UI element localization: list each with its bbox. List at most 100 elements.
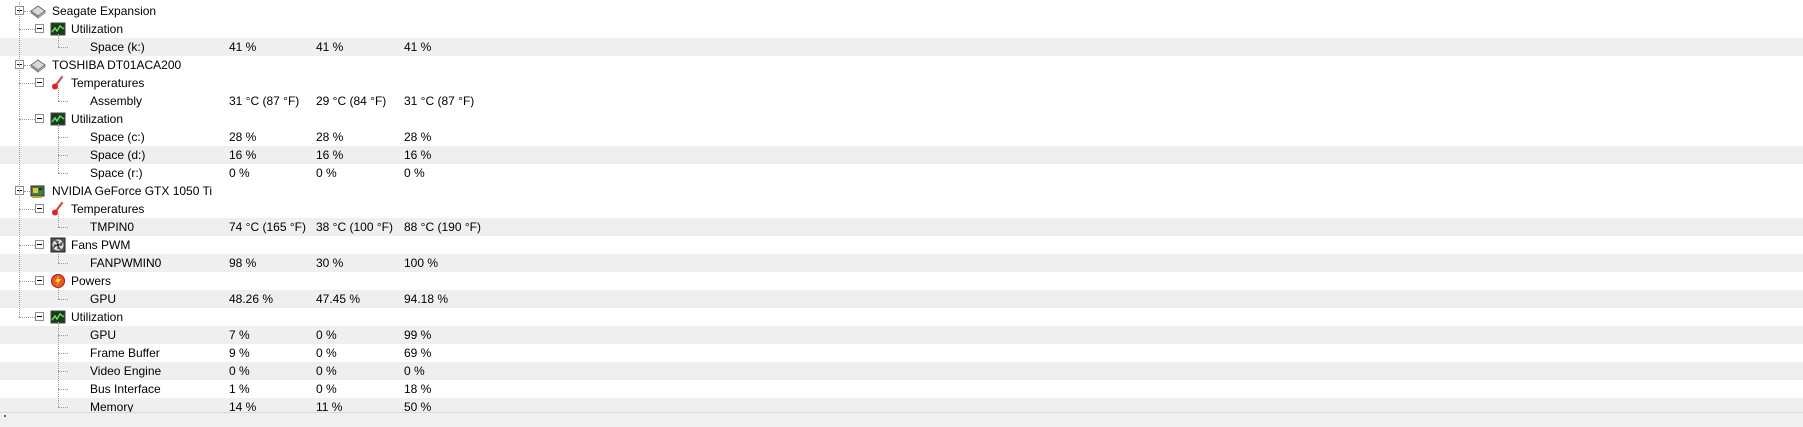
value-max: 88 °C (190 °F) (404, 220, 481, 234)
value-max: 99 % (404, 328, 432, 342)
tree-node-sensor[interactable]: Assembly 31 °C (87 °F) 29 °C (84 °F) 31 °C … (0, 92, 1803, 110)
tree-connector-line (58, 299, 68, 300)
value-min: 29 °C (84 °F) (316, 94, 387, 108)
tree-node-sensor[interactable]: FANPWMIN0 98 % 30 % 100 % (0, 254, 1803, 272)
value-min: 47.45 % (316, 292, 361, 306)
tree-node-label: Utilization (71, 112, 124, 126)
tree-node-label: Seagate Expansion (52, 4, 157, 18)
value-max: 16 % (404, 148, 432, 162)
value-max: 41 % (404, 40, 432, 54)
value-min: 0 % (316, 364, 337, 378)
tree-node-label: Powers (71, 274, 112, 288)
value-current: 74 °C (165 °F) (229, 220, 306, 234)
value-min: 16 % (316, 148, 344, 162)
tree-node-sensor[interactable]: Space (r:) 0 % 0 % 0 % (0, 164, 1803, 182)
tree-connector-line (19, 119, 35, 120)
tree-connector-line (58, 101, 68, 102)
tree-connector-line (58, 353, 68, 354)
tree-node-sensor[interactable]: Space (c:) 28 % 28 % 28 % (0, 128, 1803, 146)
tree-connector-line (19, 83, 35, 84)
value-min: 0 % (316, 346, 337, 360)
drive-icon (30, 57, 46, 73)
tree-connector-line (19, 29, 35, 30)
value-current: 31 °C (87 °F) (229, 94, 300, 108)
tree-connector-line (58, 371, 68, 372)
value-max: 69 % (404, 346, 432, 360)
value-max: 31 °C (87 °F) (404, 94, 475, 108)
collapse-toggle-icon[interactable] (35, 114, 44, 123)
tree-connector-line (24, 191, 30, 192)
tree-connector-line (58, 214, 59, 227)
tree-node-sensor[interactable]: Bus Interface 1 % 0 % 18 % (0, 380, 1803, 398)
value-min: 38 °C (100 °F) (316, 220, 393, 234)
value-current: 0 % (229, 166, 250, 180)
tree-connector-line (19, 209, 35, 210)
tree-node-label: Assembly (90, 94, 143, 108)
tree-node-category[interactable]: Utilization (0, 20, 1803, 38)
tree-node-label: Space (c:) (90, 130, 145, 144)
tree-node-category[interactable]: Utilization (0, 308, 1803, 326)
tree-node-sensor[interactable]: TMPIN0 74 °C (165 °F) 38 °C (100 °F) 88 °C … (0, 218, 1803, 236)
tree-connector-line (19, 317, 35, 318)
value-min: 41 % (316, 40, 344, 54)
tree-node-sensor[interactable]: Space (d:) 16 % 16 % 16 % (0, 146, 1803, 164)
value-current: 98 % (229, 256, 257, 270)
tree-node-label: Temperatures (71, 76, 145, 90)
horizontal-scrollbar[interactable] (0, 412, 1803, 427)
tree-node-label: Temperatures (71, 202, 145, 216)
tree-node-category[interactable]: Temperatures (0, 74, 1803, 92)
value-min: 0 % (316, 328, 337, 342)
tree-node-device[interactable]: TOSHIBA DT01ACA200 (0, 56, 1803, 74)
collapse-toggle-icon[interactable] (35, 24, 44, 33)
value-current: 0 % (229, 364, 250, 378)
value-current: 28 % (229, 130, 257, 144)
tree-node-sensor[interactable]: Frame Buffer 9 % 0 % 69 % (0, 344, 1803, 362)
tree-node-label: Frame Buffer (90, 346, 160, 360)
tree-connector-line (58, 227, 68, 228)
tree-node-device[interactable]: Seagate Expansion (0, 2, 1803, 20)
tree-node-category[interactable]: Fans PWM (0, 236, 1803, 254)
tree-node-category[interactable]: Temperatures (0, 200, 1803, 218)
tree-connector-line (58, 250, 59, 263)
tree-connector-line (58, 263, 68, 264)
tree-node-device[interactable]: NVIDIA GeForce GTX 1050 Ti (0, 182, 1803, 200)
value-current: 7 % (229, 328, 250, 342)
tree-connector-line (19, 245, 35, 246)
tree-node-label: Bus Interface (90, 382, 161, 396)
value-max: 94.18 % (404, 292, 449, 306)
value-max: 0 % (404, 364, 425, 378)
tree-connector-line (19, 11, 20, 29)
tree-node-sensor[interactable]: GPU 48.26 % 47.45 % 94.18 % (0, 290, 1803, 308)
tree-node-label: GPU (90, 292, 117, 306)
collapse-toggle-icon[interactable] (35, 312, 44, 321)
value-min: 0 % (316, 382, 337, 396)
tree-connector-line (58, 124, 59, 173)
tree-node-category[interactable]: Utilization (0, 110, 1803, 128)
tree-connector-line (58, 34, 59, 47)
tree-node-label: Space (k:) (90, 40, 145, 54)
tree-node-label: FANPWMIN0 (90, 256, 162, 270)
tree-node-label: NVIDIA GeForce GTX 1050 Ti (52, 184, 213, 198)
collapse-toggle-icon[interactable] (35, 204, 44, 213)
scroll-arrow-icon[interactable] (4, 415, 6, 417)
tree-connector-line (58, 155, 68, 156)
sensor-tree[interactable]: Seagate Expansion Utilization Space (k:) 41… (0, 0, 1803, 416)
tree-connector-line (58, 335, 68, 336)
tree-node-sensor[interactable]: Space (k:) 41 % 41 % 41 % (0, 38, 1803, 56)
tree-node-category[interactable]: Powers (0, 272, 1803, 290)
tree-connector-line (58, 407, 68, 408)
tree-node-sensor[interactable]: Video Engine 0 % 0 % 0 % (0, 362, 1803, 380)
tree-connector-line (58, 137, 68, 138)
tree-node-label: Utilization (71, 22, 124, 36)
tree-connector-line (19, 65, 20, 119)
value-current: 48.26 % (229, 292, 274, 306)
collapse-toggle-icon[interactable] (35, 78, 44, 87)
tree-node-sensor[interactable]: GPU 7 % 0 % 99 % (0, 326, 1803, 344)
value-current: 16 % (229, 148, 257, 162)
value-max: 0 % (404, 166, 425, 180)
tree-node-label: Utilization (71, 310, 124, 324)
tree-node-label: Fans PWM (71, 238, 131, 252)
value-min: 28 % (316, 130, 344, 144)
collapse-toggle-icon[interactable] (35, 240, 44, 249)
collapse-toggle-icon[interactable] (35, 276, 44, 285)
